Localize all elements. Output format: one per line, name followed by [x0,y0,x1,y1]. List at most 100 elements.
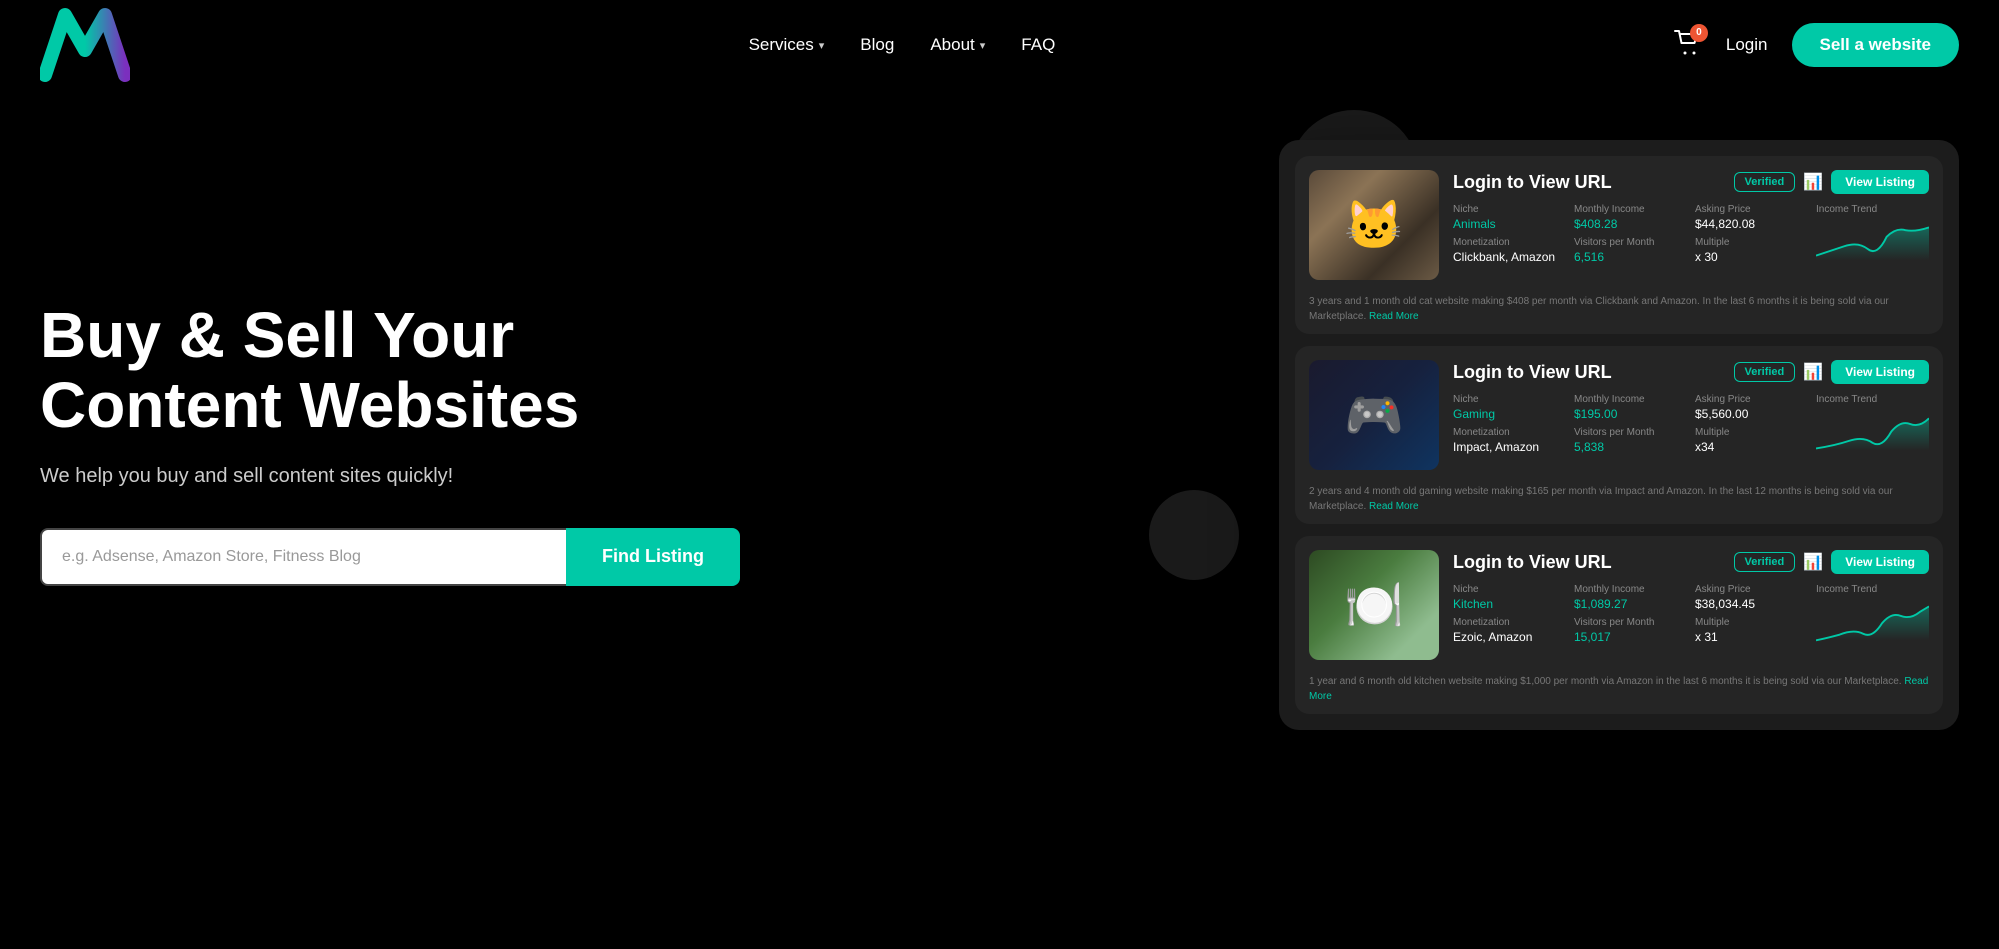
listing-info: Login to View URL Verified 📊 View Listin… [1453,360,1929,470]
stat-asking: Asking Price $44,820.08 Multiple x 30 [1695,204,1808,264]
stat-mult-value: x34 [1695,440,1808,454]
chevron-down-icon: ▾ [980,39,986,52]
stat-visitors-label: Visitors per Month [1574,427,1687,438]
cart-button[interactable]: 0 [1674,30,1702,61]
stat-niche-label: Niche [1453,394,1566,405]
bg-circle-dark2 [1149,490,1239,580]
nav-link-blog[interactable]: Blog [860,35,894,55]
stat-trend: Income Trend [1816,394,1929,444]
stat-price-value: $44,820.08 [1695,217,1808,231]
sparkline-chart [1816,409,1929,454]
stat-mult-label: Multiple [1695,237,1808,248]
listing-description: 3 years and 1 month old cat website maki… [1295,294,1943,334]
stat-asking: Asking Price $38,034.45 Multiple x 31 [1695,584,1808,644]
verified-badge: Verified [1734,552,1796,572]
nav-item-blog[interactable]: Blog [860,35,894,55]
listing-title: Login to View URL [1453,552,1612,573]
stat-income-label: Monthly Income [1574,394,1687,405]
listings-panel: Login to View URL Verified 📊 View Listin… [1279,120,1959,730]
verified-badge: Verified [1734,362,1796,382]
stat-visitors-label: Visitors per Month [1574,617,1687,628]
listing-card: Login to View URL Verified 📊 View Listin… [1295,536,1943,714]
stat-mon-value: Ezoic, Amazon [1453,630,1566,644]
stat-income-label: Monthly Income [1574,204,1687,215]
find-listing-button[interactable]: Find Listing [566,528,740,586]
stat-monthly: Monthly Income $408.28 Visitors per Mont… [1574,204,1687,264]
sparkline-chart [1816,219,1929,264]
listing-actions: Verified 📊 View Listing [1734,550,1929,574]
hero-subtitle: We help you buy and sell content sites q… [40,465,740,488]
hero-section: Buy & Sell Your Content Websites We help… [0,90,1999,910]
stat-monthly: Monthly Income $195.00 Visitors per Mont… [1574,394,1687,454]
listing-header: Login to View URL Verified 📊 View Listin… [1453,360,1929,384]
listing-stats: Niche Gaming Monetization Impact, Amazon… [1453,394,1929,454]
listing-image-gaming [1309,360,1439,470]
listing-top: Login to View URL Verified 📊 View Listin… [1295,346,1943,484]
listings-container: Login to View URL Verified 📊 View Listin… [1279,140,1959,730]
navbar: Services ▾ Blog About ▾ FAQ [0,0,1999,90]
stat-price-label: Asking Price [1695,204,1808,215]
stat-niche: Niche Kitchen Monetization Ezoic, Amazon [1453,584,1566,644]
listing-image-kitchen [1309,550,1439,660]
nav-right: 0 Login Sell a website [1674,23,1959,67]
stat-income-value: $408.28 [1574,217,1687,231]
stat-income-value: $195.00 [1574,407,1687,421]
stat-mult-value: x 30 [1695,250,1808,264]
listing-top: Login to View URL Verified 📊 View Listin… [1295,536,1943,674]
login-button[interactable]: Login [1726,35,1768,55]
listing-card: Login to View URL Verified 📊 View Listin… [1295,156,1943,334]
read-more-link[interactable]: Read More [1369,501,1418,512]
listing-header: Login to View URL Verified 📊 View Listin… [1453,550,1929,574]
stat-niche-value: Gaming [1453,407,1566,421]
stat-price-value: $5,560.00 [1695,407,1808,421]
listing-title: Login to View URL [1453,172,1612,193]
hero-title: Buy & Sell Your Content Websites [40,300,740,441]
view-listing-button[interactable]: View Listing [1831,360,1929,384]
trend-label: Income Trend [1816,584,1929,595]
chevron-down-icon: ▾ [819,39,825,52]
sell-website-button[interactable]: Sell a website [1792,23,1960,67]
nav-item-about[interactable]: About ▾ [930,35,985,55]
stat-mult-label: Multiple [1695,427,1808,438]
stat-mon-label: Monetization [1453,237,1566,248]
stat-mult-value: x 31 [1695,630,1808,644]
nav-link-services[interactable]: Services ▾ [749,35,825,55]
hero-content: Buy & Sell Your Content Websites We help… [40,120,740,586]
verified-badge: Verified [1734,172,1796,192]
stat-mon-value: Clickbank, Amazon [1453,250,1566,264]
stat-asking: Asking Price $5,560.00 Multiple x34 [1695,394,1808,454]
read-more-link[interactable]: Read More [1369,311,1418,322]
nav-item-faq[interactable]: FAQ [1021,35,1055,55]
nav-item-services[interactable]: Services ▾ [749,35,825,55]
view-listing-button[interactable]: View Listing [1831,550,1929,574]
listing-header: Login to View URL Verified 📊 View Listin… [1453,170,1929,194]
chart-icon: 📊 [1803,552,1823,572]
stat-mon-label: Monetization [1453,427,1566,438]
stat-visitors-label: Visitors per Month [1574,237,1687,248]
stat-visitors-value: 15,017 [1574,630,1687,644]
chart-icon: 📊 [1803,362,1823,382]
stat-mult-label: Multiple [1695,617,1808,628]
stat-niche: Niche Animals Monetization Clickbank, Am… [1453,204,1566,264]
nav-link-faq[interactable]: FAQ [1021,35,1055,55]
stat-income-label: Monthly Income [1574,584,1687,595]
search-bar: Find Listing [40,528,740,586]
nav-link-about[interactable]: About ▾ [930,35,985,55]
stat-price-value: $38,034.45 [1695,597,1808,611]
logo[interactable] [40,5,130,85]
stat-niche-value: Animals [1453,217,1566,231]
stat-monthly: Monthly Income $1,089.27 Visitors per Mo… [1574,584,1687,644]
listing-top: Login to View URL Verified 📊 View Listin… [1295,156,1943,294]
listing-description: 2 years and 4 month old gaming website m… [1295,484,1943,524]
stat-visitors-value: 6,516 [1574,250,1687,264]
stat-niche-value: Kitchen [1453,597,1566,611]
listing-info: Login to View URL Verified 📊 View Listin… [1453,550,1929,660]
search-input[interactable] [40,528,566,586]
stat-niche: Niche Gaming Monetization Impact, Amazon [1453,394,1566,454]
stat-niche-label: Niche [1453,584,1566,595]
view-listing-button[interactable]: View Listing [1831,170,1929,194]
nav-links: Services ▾ Blog About ▾ FAQ [749,35,1056,55]
stat-mon-value: Impact, Amazon [1453,440,1566,454]
listing-image-cat [1309,170,1439,280]
stat-niche-label: Niche [1453,204,1566,215]
